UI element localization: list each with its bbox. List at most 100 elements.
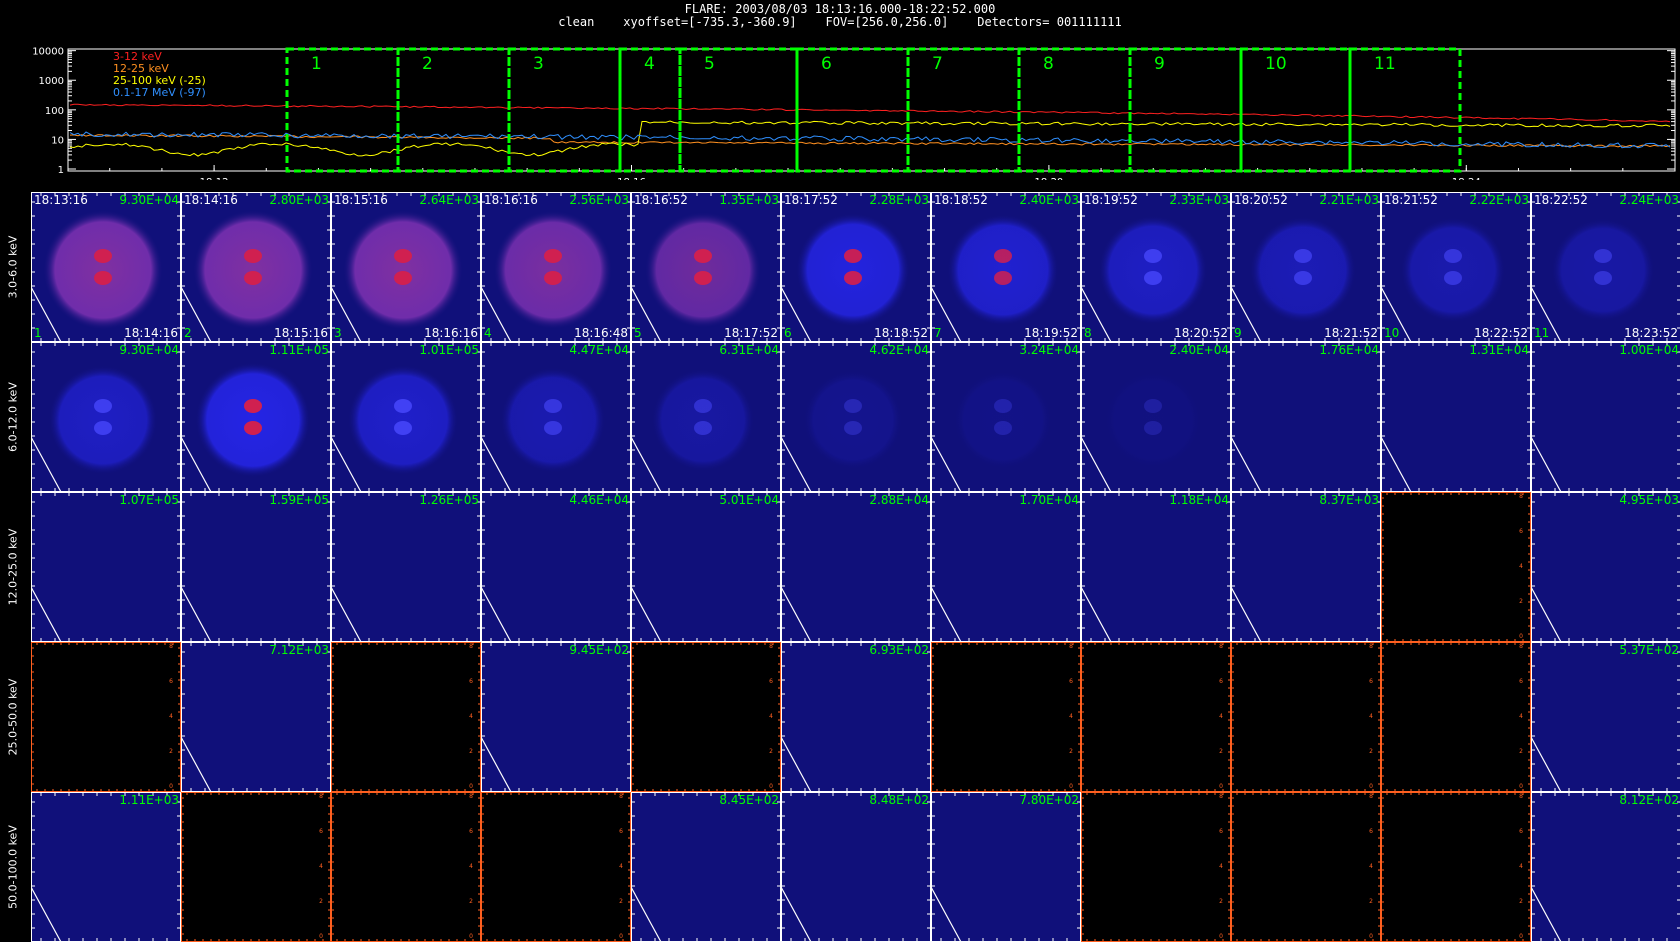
panel-overlay: [631, 792, 781, 942]
peak-value-label: 2.40E+04: [1169, 344, 1229, 357]
panel-overlay: [781, 192, 931, 342]
source-lower: [544, 271, 562, 285]
empty-axis-label: 2: [1519, 598, 1523, 605]
panel-overlay: 02468: [1231, 792, 1381, 942]
image-panel: 1.59E+05: [181, 492, 331, 642]
source-lower: [1294, 271, 1312, 285]
empty-axis-label: 2: [1219, 898, 1223, 905]
curve-25-100-kev: [70, 121, 1670, 156]
peak-value-label: 2.64E+03: [419, 194, 479, 207]
source-lower: [994, 271, 1012, 285]
image-panel: 1.18E+04: [1081, 492, 1231, 642]
interval-box: [680, 49, 797, 171]
panel-overlay: [1531, 492, 1680, 642]
empty-axis-label: 4: [1519, 863, 1523, 870]
energy-band-text: 50.0-100.0 keV: [7, 825, 20, 909]
start-time-label: 18:22:52: [1534, 194, 1588, 207]
image-panel: 02468: [1081, 792, 1231, 942]
panel-overlay: 02468: [1381, 492, 1531, 642]
end-time-label: 18:22:52: [1474, 327, 1528, 340]
image-panel: 02468: [631, 642, 781, 792]
empty-axis-label: 8: [469, 793, 473, 800]
empty-panel-frame: [1082, 793, 1231, 942]
image-panel: 18:15:16318:16:162.64E+03: [331, 192, 481, 342]
peak-value-label: 7.12E+03: [269, 644, 329, 657]
interval-box: [1019, 49, 1130, 171]
panel-overlay: 02468: [1381, 642, 1531, 792]
panel-frame: [1382, 343, 1531, 492]
panel-frame: [782, 793, 931, 942]
empty-panel-frame: [632, 643, 781, 792]
energy-band-text: 6.0-12.0 keV: [7, 382, 20, 452]
panel-frame: [482, 643, 631, 792]
source-disk: [1551, 218, 1655, 322]
energy-band-label: 12.0-25.0 keV: [0, 492, 26, 642]
panel-overlay: [931, 342, 1081, 492]
panel-overlay: 02468: [181, 792, 331, 942]
interval-number-label: 11: [1534, 327, 1549, 340]
empty-axis-label: 4: [469, 863, 473, 870]
image-panel: 4.62E+04: [781, 342, 931, 492]
empty-axis-label: 8: [1519, 643, 1523, 650]
empty-axis-label: 2: [319, 898, 323, 905]
peak-value-label: 6.31E+04: [719, 344, 779, 357]
start-time-label: 18:16:16: [484, 194, 538, 207]
image-panel: 18:18:52718:19:522.40E+03: [931, 192, 1081, 342]
peak-value-label: 2.56E+03: [569, 194, 629, 207]
source-lower: [1594, 271, 1612, 285]
source-lower: [694, 421, 712, 435]
empty-axis-label: 0: [1369, 783, 1373, 790]
empty-axis-label: 6: [319, 828, 323, 835]
interval-number-label: 8: [1084, 327, 1092, 340]
empty-axis-label: 2: [469, 748, 473, 755]
empty-axis-label: 4: [619, 863, 623, 870]
panel-overlay: [1081, 492, 1231, 642]
empty-axis-label: 8: [1219, 643, 1223, 650]
source-lower: [244, 271, 262, 285]
peak-value-label: 2.33E+03: [1169, 194, 1229, 207]
solar-limb-line: [481, 587, 511, 642]
image-panel: 9.45E+02: [481, 642, 631, 792]
panel-frame: [32, 793, 181, 942]
empty-axis-label: 4: [1219, 713, 1223, 720]
solar-limb-line: [1531, 887, 1561, 942]
empty-axis-label: 0: [319, 933, 323, 940]
image-panel: 1.01E+05: [331, 342, 481, 492]
image-panel: 18:16:52518:17:521.35E+03: [631, 192, 781, 342]
empty-axis-label: 8: [1369, 643, 1373, 650]
curve-3-12-kev: [70, 104, 1670, 122]
panel-overlay: [631, 342, 781, 492]
source-disk: [48, 365, 157, 474]
image-panel: 8.48E+02: [781, 792, 931, 942]
image-panel: 18:13:16118:14:169.30E+04: [31, 192, 181, 342]
empty-axis-label: 4: [1519, 713, 1523, 720]
end-time-label: 18:18:52: [874, 327, 928, 340]
solar-limb-line: [31, 887, 61, 942]
interval-box: [1350, 49, 1460, 171]
empty-axis-label: 0: [1219, 933, 1223, 940]
source-upper: [1594, 249, 1612, 263]
end-time-label: 18:19:52: [1024, 327, 1078, 340]
peak-value-label: 8.12E+02: [1619, 794, 1679, 807]
start-time-label: 18:17:52: [784, 194, 838, 207]
panel-overlay: [1531, 792, 1680, 942]
panel-overlay: [31, 492, 181, 642]
source-disk: [43, 210, 163, 330]
image-panel: 4.95E+03: [1531, 492, 1680, 642]
y-tick-label: 10: [51, 135, 64, 146]
interval-label: 11: [1374, 54, 1396, 74]
interval-box: [1241, 49, 1350, 171]
source-lower: [844, 271, 862, 285]
panel-overlay: [931, 792, 1081, 942]
panel-overlay: [1081, 342, 1231, 492]
solar-limb-line: [1531, 437, 1561, 492]
peak-value-label: 1.70E+04: [1019, 494, 1079, 507]
start-time-label: 18:21:52: [1384, 194, 1438, 207]
empty-panel-frame: [1232, 793, 1381, 942]
panel-frame: [782, 643, 931, 792]
empty-axis-label: 8: [1369, 793, 1373, 800]
peak-value-label: 2.24E+03: [1619, 194, 1679, 207]
energy-band-text: 25.0-50.0 keV: [7, 679, 20, 756]
panel-overlay: [181, 342, 331, 492]
solar-limb-line: [631, 437, 661, 492]
